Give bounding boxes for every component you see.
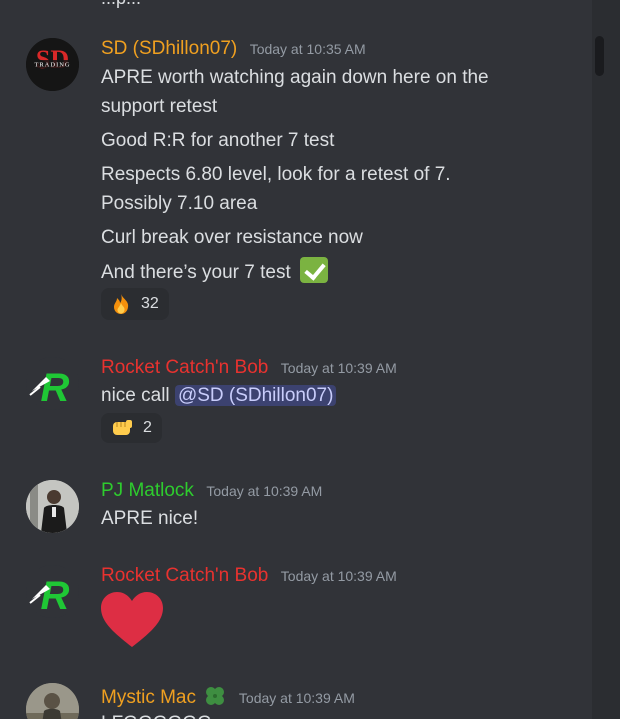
rocket-r-logo: R <box>29 574 70 618</box>
fist-bump-icon <box>113 420 132 435</box>
reaction-fist-bump[interactable]: 2 <box>101 413 162 443</box>
reaction-count: 2 <box>143 419 152 436</box>
author-name[interactable]: SD (SDhillon07) <box>101 38 237 59</box>
message-list: ...p... SD TRADING SD (SDhillon07) Today… <box>0 0 592 719</box>
user-mention[interactable]: @SD (SDhillon07) <box>174 385 337 406</box>
profile-photo-icon <box>26 480 79 533</box>
timestamp: Today at 10:35 AM <box>249 41 366 57</box>
message-pj: PJ Matlock Today at 10:39 AM APRE nice! <box>0 478 592 538</box>
message-sd: SD TRADING SD (SDhillon07) Today at 10:3… <box>0 36 592 326</box>
four-leaf-clover-icon <box>206 687 225 705</box>
sd-trading-logo: SD TRADING <box>26 38 79 91</box>
timestamp: Today at 10:39 AM <box>238 690 355 706</box>
timestamp: Today at 10:39 AM <box>280 568 397 584</box>
message-rocket-1: R Rocket Catch'n Bob Today at 10:39 AM n… <box>0 355 592 445</box>
message-text: Possibly 7.10 area <box>101 193 258 214</box>
reaction-fire[interactable]: 32 <box>101 288 169 320</box>
fire-icon <box>114 294 129 314</box>
side-panel-edge <box>606 0 620 719</box>
avatar[interactable]: R <box>26 565 79 618</box>
message-text: Respects 6.80 level, look for a retest o… <box>101 164 451 185</box>
avatar[interactable]: R <box>26 357 79 410</box>
message-text: And there’s your 7 test <box>101 257 571 287</box>
svg-text:R: R <box>41 366 70 410</box>
message-text: APRE nice! <box>101 508 199 529</box>
red-heart-icon <box>101 592 163 647</box>
message-text: LFGGGGGG <box>101 709 571 719</box>
avatar[interactable]: SD TRADING <box>26 38 79 91</box>
scrollbar-track[interactable] <box>592 0 606 719</box>
message-text: APRE worth watching again down here on t… <box>101 67 489 88</box>
message-mystic: Mystic Mac Today at 10:39 AM LFGGGGGG <box>0 683 592 719</box>
author-name[interactable]: Mystic Mac <box>101 687 196 708</box>
profile-photo-icon <box>26 683 79 719</box>
reaction-count: 32 <box>141 295 159 312</box>
avatar[interactable] <box>26 683 79 719</box>
message-text: nice call @SD (SDhillon07) <box>101 381 571 410</box>
author-name[interactable]: Rocket Catch'n Bob <box>101 357 268 378</box>
svg-text:TRADING: TRADING <box>34 62 70 69</box>
avatar[interactable] <box>26 480 79 533</box>
message-text: Good R:R for another 7 test <box>101 130 335 151</box>
white-check-mark-icon <box>300 257 329 283</box>
svg-text:SD: SD <box>36 45 69 74</box>
author-name[interactable]: PJ Matlock <box>101 480 194 501</box>
svg-text:R: R <box>41 574 70 618</box>
message-fragment: ...p... <box>101 0 141 9</box>
message-text-content: nice call <box>101 385 170 406</box>
timestamp: Today at 10:39 AM <box>280 360 397 376</box>
rocket-r-logo: R <box>29 366 70 410</box>
message-text: support retest <box>101 96 218 117</box>
author-name[interactable]: Rocket Catch'n Bob <box>101 565 268 586</box>
timestamp: Today at 10:39 AM <box>206 483 323 499</box>
message-text: Curl break over resistance now <box>101 227 363 248</box>
message-rocket-2: R Rocket Catch'n Bob Today at 10:39 AM <box>0 563 592 653</box>
message-text-content: And there’s your 7 test <box>101 262 291 283</box>
scrollbar-thumb[interactable] <box>595 36 604 76</box>
